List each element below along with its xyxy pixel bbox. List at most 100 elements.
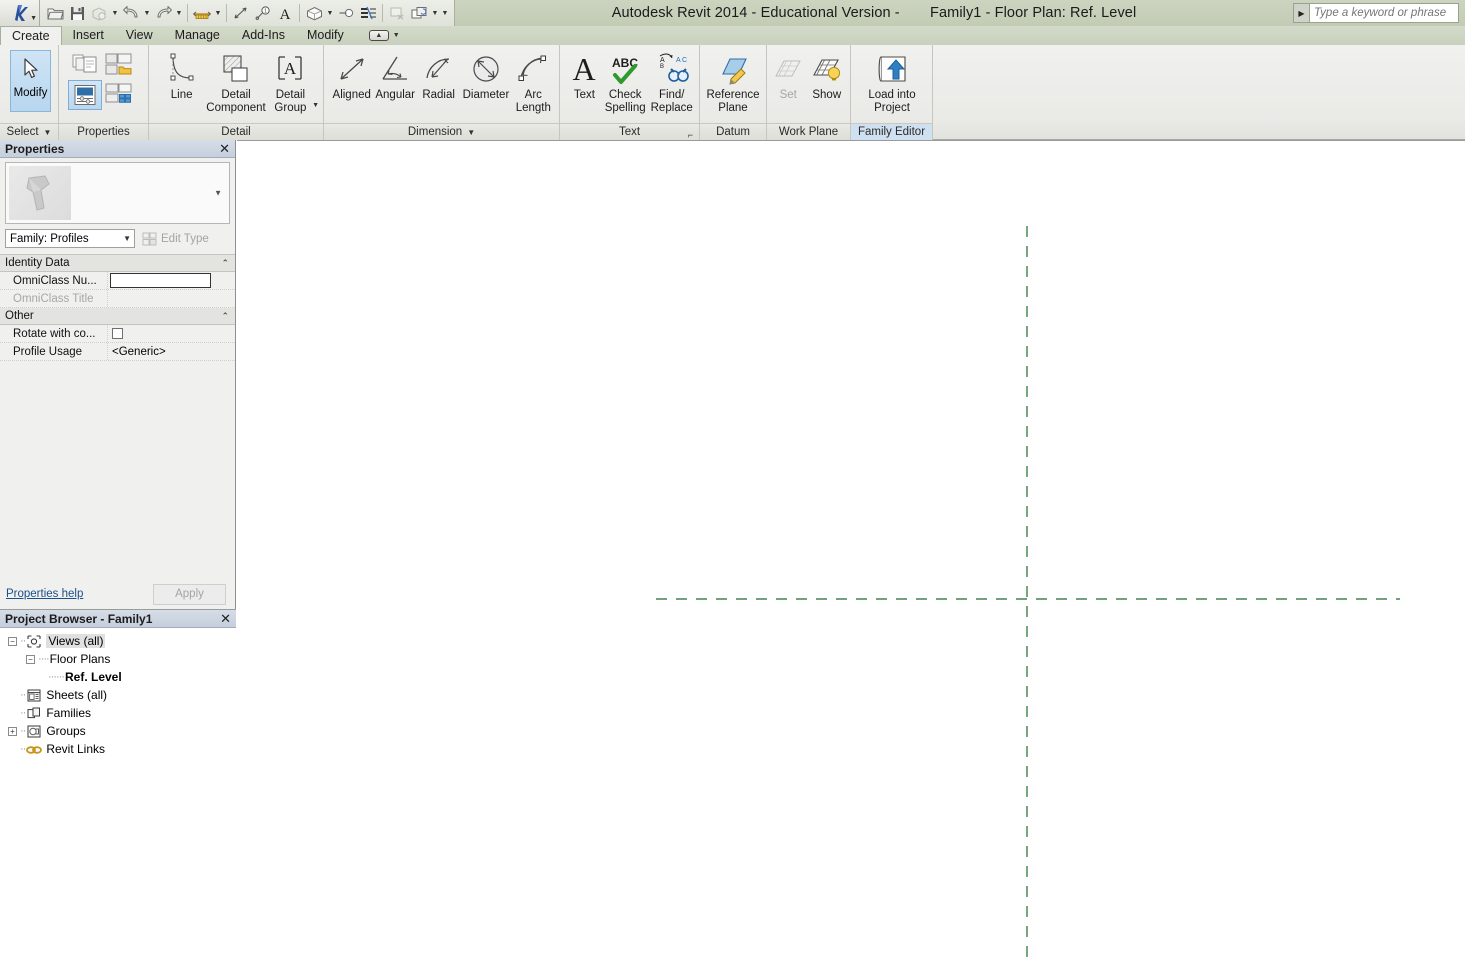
tab-create[interactable]: Create: [0, 26, 62, 45]
other-group-collapse-icon[interactable]: ⌃: [221, 311, 229, 322]
sync-with-central-icon[interactable]: [88, 2, 110, 24]
omniclass-number-input[interactable]: [110, 273, 211, 288]
rotate-with-component-checkbox[interactable]: [112, 328, 123, 339]
sidebar-item-views-all[interactable]: − ·· Views (all): [6, 632, 236, 650]
rotate-with-component-value[interactable]: [108, 325, 235, 342]
check-spelling-button[interactable]: ABC Check Spelling: [602, 48, 649, 114]
detail-component-button[interactable]: Detail Component: [206, 48, 266, 114]
measure-caret-icon[interactable]: ▼: [213, 2, 223, 24]
load-into-project-button[interactable]: Load into Project: [860, 48, 924, 114]
text-icon[interactable]: A: [274, 2, 296, 24]
measure-icon[interactable]: [191, 2, 213, 24]
ribbon-panel-datum-title: Datum: [700, 123, 766, 140]
family-category-button[interactable]: [102, 50, 136, 80]
aligned-dimension-button[interactable]: Aligned: [330, 48, 373, 102]
type-selector[interactable]: ▼: [5, 162, 230, 224]
sidebar-item-floor-plans[interactable]: − ···· Floor Plans: [6, 650, 236, 668]
family-types-button[interactable]: [68, 50, 102, 80]
sync-caret-icon[interactable]: ▼: [110, 2, 120, 24]
switch-windows-caret-icon[interactable]: ▼: [430, 2, 440, 24]
property-group-other[interactable]: Other ⌃: [0, 308, 235, 325]
arc-length-dimension-button[interactable]: Arc Length: [512, 48, 555, 114]
tab-manage[interactable]: Manage: [164, 26, 231, 45]
section-icon[interactable]: [335, 2, 357, 24]
show-work-plane-button[interactable]: Show: [808, 48, 847, 102]
profile-usage-value[interactable]: <Generic>: [108, 343, 235, 360]
tag-icon[interactable]: 1: [252, 2, 274, 24]
search-box[interactable]: ▶: [1293, 3, 1459, 23]
views-all-expander-icon[interactable]: −: [8, 636, 17, 646]
sidebar-item-groups[interactable]: + ·· Groups: [6, 722, 236, 740]
tab-modify[interactable]: Modify: [296, 26, 355, 45]
types-button[interactable]: [102, 80, 136, 110]
ribbon-panel-select-title[interactable]: Select ▼: [0, 123, 58, 140]
reference-plane-button[interactable]: Reference Plane: [705, 48, 761, 114]
identity-data-collapse-icon[interactable]: ⌃: [221, 258, 229, 269]
undo-icon[interactable]: [120, 2, 142, 24]
switch-windows-icon[interactable]: [408, 2, 430, 24]
thin-lines-icon[interactable]: [357, 2, 379, 24]
type-selector-caret-icon[interactable]: ▼: [214, 189, 222, 198]
customize-qat-icon[interactable]: ▼: [440, 2, 450, 24]
properties-footer: Properties help Apply: [0, 580, 236, 608]
family-selector-caret-icon[interactable]: ▼: [123, 234, 131, 243]
default-3d-view-caret-icon[interactable]: ▼: [325, 2, 335, 24]
property-group-identity-data[interactable]: Identity Data ⌃: [0, 255, 235, 272]
drawing-canvas[interactable]: [237, 140, 1465, 975]
property-row-omniclass-number[interactable]: OmniClass Nu...: [0, 272, 235, 290]
sidebar-item-revit-links[interactable]: ·· Revit Links: [6, 740, 236, 758]
undo-caret-icon[interactable]: ▼: [142, 2, 152, 24]
property-row-rotate-with-component[interactable]: Rotate with co...: [0, 325, 235, 343]
text-button[interactable]: A Text: [567, 48, 602, 102]
redo-icon[interactable]: [152, 2, 174, 24]
search-input[interactable]: [1310, 4, 1458, 22]
ribbon-panel-dimension-title[interactable]: Dimension ▼: [324, 123, 559, 140]
modify-button[interactable]: Modify: [10, 50, 51, 112]
ribbon-panel-family-editor-title: Family Editor: [851, 123, 932, 140]
open-icon[interactable]: [44, 2, 66, 24]
ribbon-minimize-caret-icon[interactable]: ▼: [393, 32, 400, 39]
application-menu-button[interactable]: ▼: [0, 0, 40, 26]
quick-access-toolbar: ▼ ▼ ▼ ▼ 1 A ▼ ▼ ▼: [40, 0, 455, 26]
set-work-plane-button[interactable]: Set: [769, 48, 808, 102]
angular-dimension-button[interactable]: Angular: [373, 48, 416, 102]
properties-close-icon[interactable]: ✕: [219, 141, 230, 157]
sidebar-item-ref-level[interactable]: ······ Ref. Level: [6, 668, 236, 686]
tab-add-ins[interactable]: Add-Ins: [231, 26, 296, 45]
apply-button[interactable]: Apply: [153, 583, 226, 605]
groups-expander-icon[interactable]: +: [8, 726, 17, 736]
detail-group-button[interactable]: A Detail Group: [266, 48, 315, 114]
project-browser-tree: − ·· Views (all) − ···· Floor Plans ····…: [0, 628, 236, 758]
property-row-profile-usage[interactable]: Profile Usage <Generic>: [0, 343, 235, 361]
floor-plans-expander-icon[interactable]: −: [26, 654, 35, 664]
select-panel-caret-icon[interactable]: ▼: [44, 128, 52, 137]
line-button[interactable]: Line: [157, 48, 206, 102]
radial-dimension-button[interactable]: Radial: [417, 48, 460, 102]
close-hidden-windows-icon[interactable]: [386, 2, 408, 24]
detail-component-button-label: Detail Component: [206, 89, 266, 114]
sidebar-item-sheets-all[interactable]: ·· Sheets (all): [6, 686, 236, 704]
svg-text:B: B: [660, 64, 664, 70]
ribbon-minimize-control[interactable]: ▲ ▼: [368, 26, 400, 45]
find-replace-button[interactable]: A B A C Find/Replace: [648, 48, 695, 114]
tab-view[interactable]: View: [115, 26, 164, 45]
properties-help-link[interactable]: Properties help: [6, 588, 83, 600]
tab-insert[interactable]: Insert: [62, 26, 115, 45]
search-arrow-icon[interactable]: ▶: [1294, 4, 1310, 22]
ribbon-panel-datum: Reference Plane Datum: [700, 45, 766, 140]
sidebar-item-families[interactable]: ·· Families: [6, 704, 236, 722]
project-browser-close-icon[interactable]: ✕: [220, 611, 231, 627]
diameter-dimension-button[interactable]: Diameter: [460, 48, 511, 102]
save-icon[interactable]: [66, 2, 88, 24]
edit-type-button[interactable]: Edit Type: [142, 232, 209, 246]
property-row-omniclass-title: OmniClass Title: [0, 290, 235, 308]
default-3d-view-icon[interactable]: [303, 2, 325, 24]
dimension-panel-caret-icon[interactable]: ▼: [467, 128, 475, 137]
aligned-dimension-icon[interactable]: [230, 2, 252, 24]
ref-level-label: Ref. Level: [64, 670, 122, 684]
properties-button[interactable]: [68, 80, 102, 110]
ribbon-minimize-icon[interactable]: ▲: [368, 30, 389, 41]
detail-group-caret-icon[interactable]: ▼: [312, 102, 319, 109]
redo-caret-icon[interactable]: ▼: [174, 2, 184, 24]
family-selector[interactable]: Family: Profiles ▼: [5, 229, 135, 248]
